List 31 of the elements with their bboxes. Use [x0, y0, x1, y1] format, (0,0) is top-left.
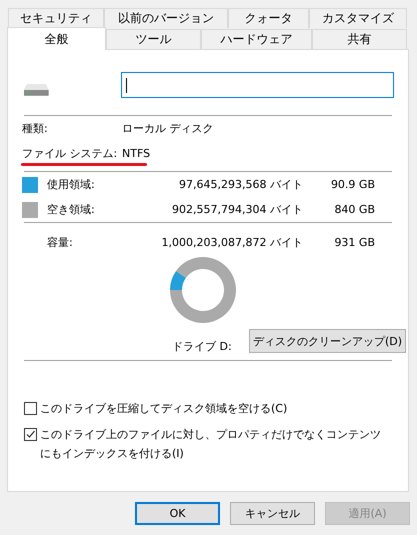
tab[interactable]: 共有 [312, 29, 407, 50]
field-label: 空き領域: [47, 202, 96, 217]
size-value: 931 GB [333, 236, 375, 249]
name-field[interactable] [120, 72, 394, 98]
checkbox[interactable] [24, 428, 37, 441]
field-label: 使用領域: [47, 177, 96, 192]
tab[interactable]: セキュリティ [8, 8, 104, 28]
field-label: ファイル システム: [22, 146, 118, 161]
tab[interactable]: クォータ [228, 8, 309, 28]
drive-label: ドライブ D: [172, 338, 232, 354]
checkbox-label[interactable]: このドライブ上のファイルに対し、プロパティだけでなくコンテンツにもインデックスを付ける(I) [40, 425, 390, 463]
tab[interactable]: 以前のバージョン [104, 8, 228, 28]
hard-drive-icon [24, 83, 49, 97]
byte-count: 1,000,203,087,872 バイト [160, 235, 303, 250]
tab[interactable]: カスタマイズ [309, 8, 407, 28]
cleanup-button[interactable]: ディスクのクリーンアップ(D) [248, 329, 406, 353]
byte-count: 97,645,293,568 バイト [178, 177, 303, 192]
field-value: ローカル ディスク [122, 121, 214, 136]
dialog-button[interactable]: キャンセル [230, 502, 315, 525]
tab[interactable]: ハードウェア [201, 29, 312, 50]
dialog-button[interactable]: OK [135, 502, 220, 525]
checkbox-label[interactable]: このドライブを圧縮してディスク領域を空ける(C) [40, 399, 390, 418]
size-value: 840 GB [333, 203, 375, 216]
field-label: 容量: [47, 235, 74, 250]
field-label: 種類: [22, 121, 49, 136]
size-value: 90.9 GB [330, 178, 375, 191]
field-value: NTFS [122, 147, 150, 160]
byte-count: 902,557,794,304 バイト [171, 202, 303, 217]
tab[interactable]: 全般 [7, 27, 106, 50]
checkbox[interactable] [24, 402, 37, 415]
tab[interactable]: ツール [106, 29, 201, 50]
